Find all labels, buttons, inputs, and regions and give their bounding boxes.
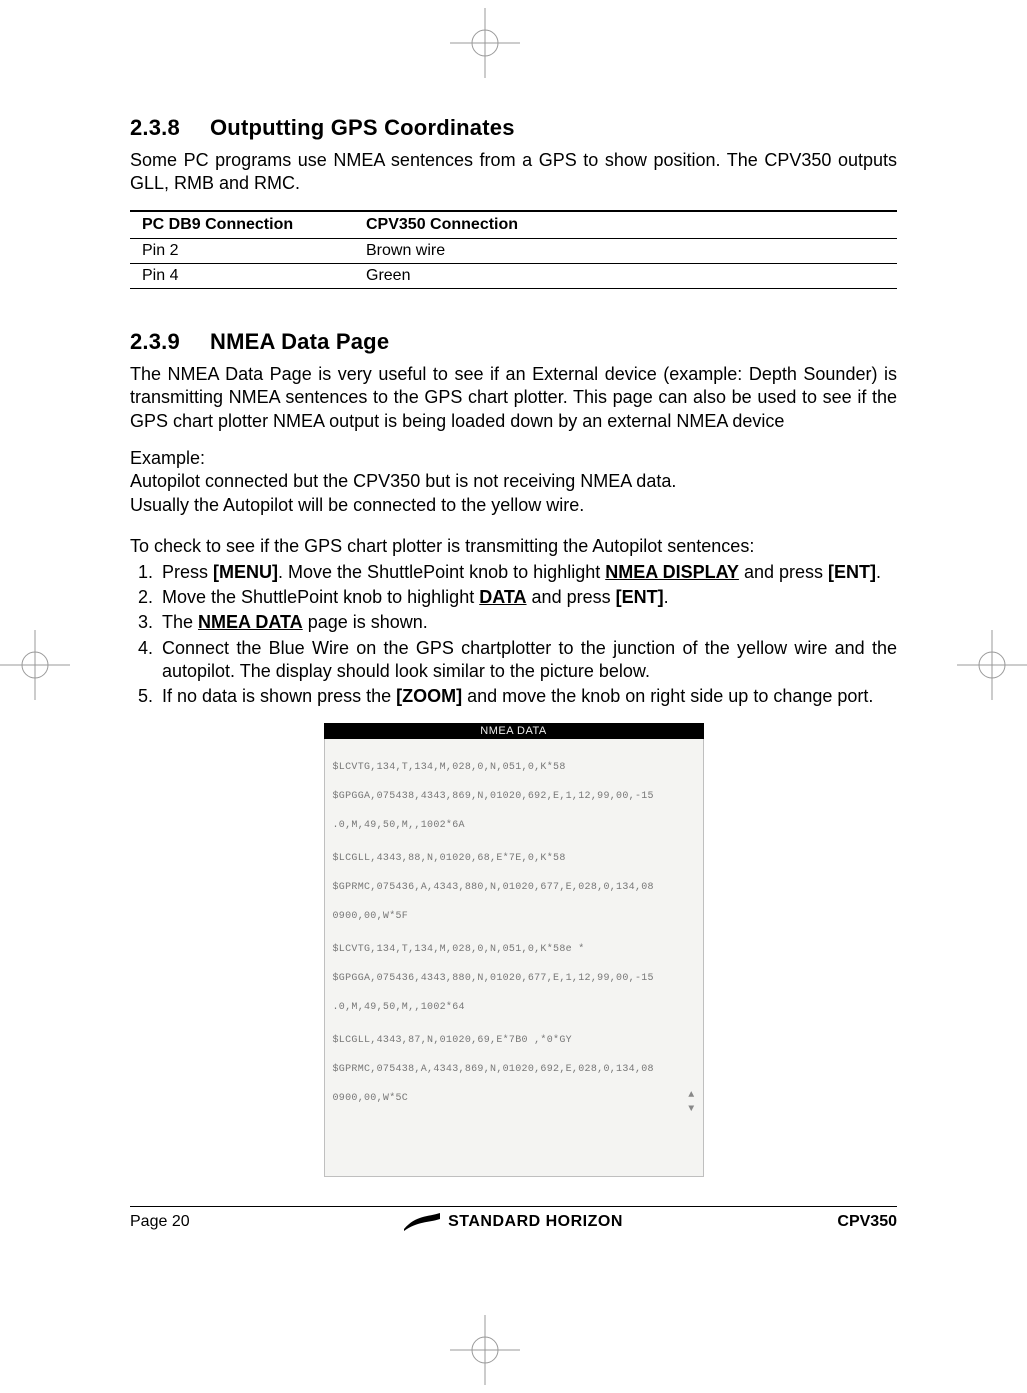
section-intro-239: The NMEA Data Page is very useful to see… bbox=[130, 363, 897, 433]
registration-mark-bottom bbox=[450, 1315, 520, 1385]
nmea-figure-body: $LCVTG,134,T,134,M,028,0,N,051,0,K*58 $G… bbox=[324, 739, 704, 1177]
col-header-cpv350: CPV350 Connection bbox=[354, 211, 897, 239]
section-heading-239: 2.3.9NMEA Data Page bbox=[130, 329, 897, 355]
brand-logo: STANDARD HORIZON bbox=[404, 1213, 623, 1231]
cell-pin: Pin 2 bbox=[130, 238, 354, 263]
section-number: 2.3.8 bbox=[130, 115, 210, 141]
nmea-line: $LCGLL,4343,88,N,01020,68,E*7E,0,K*58 bbox=[333, 852, 695, 867]
step-3: The NMEA DATA page is shown. bbox=[158, 611, 897, 634]
example-label: Example: bbox=[130, 448, 205, 468]
nmea-line: 0900,00,W*5F bbox=[333, 910, 695, 925]
steps-intro: To check to see if the GPS chart plotter… bbox=[130, 535, 897, 558]
col-header-pcdb9: PC DB9 Connection bbox=[130, 211, 354, 239]
section-intro-238: Some PC programs use NMEA sentences from… bbox=[130, 149, 897, 196]
nmea-line: $GPGGA,075436,4343,880,N,01020,677,E,1,1… bbox=[333, 972, 695, 987]
section-number: 2.3.9 bbox=[130, 329, 210, 355]
example-block: Example: Autopilot connected but the CPV… bbox=[130, 447, 897, 517]
section-title: Outputting GPS Coordinates bbox=[210, 115, 515, 140]
step-2: Move the ShuttlePoint knob to highlight … bbox=[158, 586, 897, 609]
table-row: Pin 4 Green bbox=[130, 263, 897, 288]
registration-mark-top bbox=[450, 8, 520, 78]
nmea-line: $LCVTG,134,T,134,M,028,0,N,051,0,K*58 bbox=[333, 761, 695, 776]
nmea-line: $GPRMC,075438,A,4343,869,N,01020,692,E,0… bbox=[333, 1063, 695, 1078]
page-content: 2.3.8Outputting GPS Coordinates Some PC … bbox=[130, 115, 897, 1177]
page-number: Page 20 bbox=[130, 1213, 190, 1231]
steps-list: Press [MENU]. Move the ShuttlePoint knob… bbox=[130, 561, 897, 709]
step-4: Connect the Blue Wire on the GPS chartpl… bbox=[158, 637, 897, 684]
nmea-line: $LCGLL,4343,87,N,01020,69,E*7B0 ,*0*GY bbox=[333, 1034, 695, 1049]
section-heading-238: 2.3.8Outputting GPS Coordinates bbox=[130, 115, 897, 141]
menu-nmea-display: NMEA DISPLAY bbox=[605, 562, 739, 582]
cell-pin: Pin 4 bbox=[130, 263, 354, 288]
nmea-line: $LCVTG,134,T,134,M,028,0,N,051,0,K*58e * bbox=[333, 943, 695, 958]
page-footer: Page 20 STANDARD HORIZON CPV350 bbox=[130, 1206, 897, 1231]
model-number: CPV350 bbox=[837, 1213, 897, 1231]
example-line-1: Autopilot connected but the CPV350 but i… bbox=[130, 471, 676, 491]
step-5: If no data is shown press the [ZOOM] and… bbox=[158, 685, 897, 708]
menu-data: DATA bbox=[479, 587, 526, 607]
nmea-line: .0,M,49,50,M,,1002*6A bbox=[333, 819, 695, 834]
cell-wire: Green bbox=[354, 263, 897, 288]
nmea-figure-title: NMEA DATA bbox=[324, 723, 704, 739]
key-ent: [ENT] bbox=[616, 587, 664, 607]
example-line-2: Usually the Autopilot will be connected … bbox=[130, 495, 584, 515]
nmea-line: .0,M,49,50,M,,1002*64 bbox=[333, 1001, 695, 1016]
table-row: Pin 2 Brown wire bbox=[130, 238, 897, 263]
connection-table: PC DB9 Connection CPV350 Connection Pin … bbox=[130, 210, 897, 289]
brand-text: STANDARD HORIZON bbox=[448, 1213, 623, 1231]
registration-mark-left bbox=[0, 630, 70, 700]
registration-mark-right bbox=[957, 630, 1027, 700]
section-title: NMEA Data Page bbox=[210, 329, 389, 354]
nmea-line: $GPRMC,075436,A,4343,880,N,01020,677,E,0… bbox=[333, 881, 695, 896]
cell-wire: Brown wire bbox=[354, 238, 897, 263]
nmea-line: $GPGGA,075438,4343,869,N,01020,692,E,1,1… bbox=[333, 790, 695, 805]
menu-nmea-data: NMEA DATA bbox=[198, 612, 303, 632]
nmea-data-figure: NMEA DATA $LCVTG,134,T,134,M,028,0,N,051… bbox=[324, 723, 704, 1177]
brand-swoosh-icon bbox=[404, 1213, 440, 1231]
nmea-line: 0900,00,W*5C bbox=[333, 1092, 695, 1107]
key-ent: [ENT] bbox=[828, 562, 876, 582]
step-1: Press [MENU]. Move the ShuttlePoint knob… bbox=[158, 561, 897, 584]
key-menu: [MENU] bbox=[213, 562, 278, 582]
key-zoom: [ZOOM] bbox=[396, 686, 462, 706]
scroll-indicator-icon: ▲▼ bbox=[688, 1089, 694, 1118]
